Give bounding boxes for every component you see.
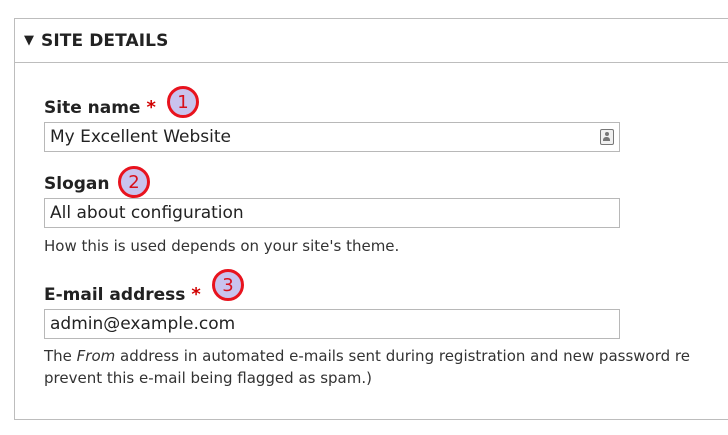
email-description: The From address in automated e-mails se… <box>44 345 690 389</box>
callout-3: 3 <box>212 269 244 301</box>
slogan-label: Slogan <box>44 174 110 194</box>
slogan-value: All about configuration <box>50 203 244 223</box>
callout-1: 1 <box>167 86 199 118</box>
site-name-label: Site name * <box>44 97 156 118</box>
site-name-value: My Excellent Website <box>50 127 231 147</box>
slogan-description: How this is used depends on your site's … <box>44 237 400 255</box>
site-name-label-text: Site name <box>44 97 141 118</box>
contact-card-icon[interactable] <box>600 129 614 145</box>
email-label: E-mail address * <box>44 284 201 305</box>
site-details-toggle[interactable]: ▼ SITE DETAILS <box>15 19 728 63</box>
email-description-line-2: prevent this e-mail being flagged as spa… <box>44 369 372 387</box>
callout-3-number: 3 <box>222 274 234 296</box>
email-desc-rest: address in automated e-mails sent during… <box>115 347 690 365</box>
slogan-label-text: Slogan <box>44 174 110 194</box>
email-desc-prefix: The <box>44 347 77 365</box>
email-value: admin@example.com <box>50 314 236 334</box>
required-marker: * <box>191 284 201 305</box>
email-description-line-1: The From address in automated e-mails se… <box>44 345 690 367</box>
callout-1-number: 1 <box>177 91 189 113</box>
callout-2-number: 2 <box>128 171 140 193</box>
required-marker: * <box>146 97 156 118</box>
site-name-input[interactable]: My Excellent Website <box>44 122 620 152</box>
fieldset-title: SITE DETAILS <box>41 30 169 51</box>
callout-2: 2 <box>118 166 150 198</box>
email-desc-from: From <box>76 347 116 365</box>
slogan-input[interactable]: All about configuration <box>44 198 620 228</box>
collapse-triangle-icon: ▼ <box>24 33 34 48</box>
email-label-text: E-mail address <box>44 284 186 305</box>
email-input[interactable]: admin@example.com <box>44 309 620 339</box>
